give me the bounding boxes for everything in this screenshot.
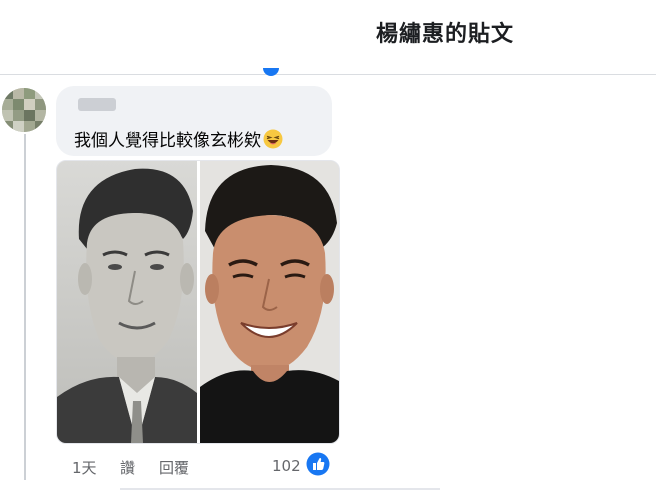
comment-text: 我個人覺得比較像玄彬欸	[74, 126, 283, 154]
author-name-blurred[interactable]	[78, 98, 116, 111]
post-header: 楊繡惠的貼文	[0, 0, 656, 75]
like-button[interactable]: 讚	[120, 457, 135, 478]
thread-line	[24, 134, 26, 480]
laughing-emoji-icon	[263, 129, 283, 154]
reply-button[interactable]: 回覆	[159, 457, 189, 478]
comment-time[interactable]: 1天	[72, 457, 97, 478]
like-icon	[306, 452, 330, 476]
divider	[120, 488, 440, 490]
reaction-count: 102	[272, 457, 301, 475]
comparison-photo[interactable]	[56, 160, 340, 444]
comment-bubble: 我個人覺得比較像玄彬欸	[56, 86, 332, 156]
page-title: 楊繡惠的貼文	[376, 22, 515, 47]
avatar[interactable]	[2, 88, 46, 132]
comment-body: 我個人覺得比較像玄彬欸	[74, 131, 261, 151]
